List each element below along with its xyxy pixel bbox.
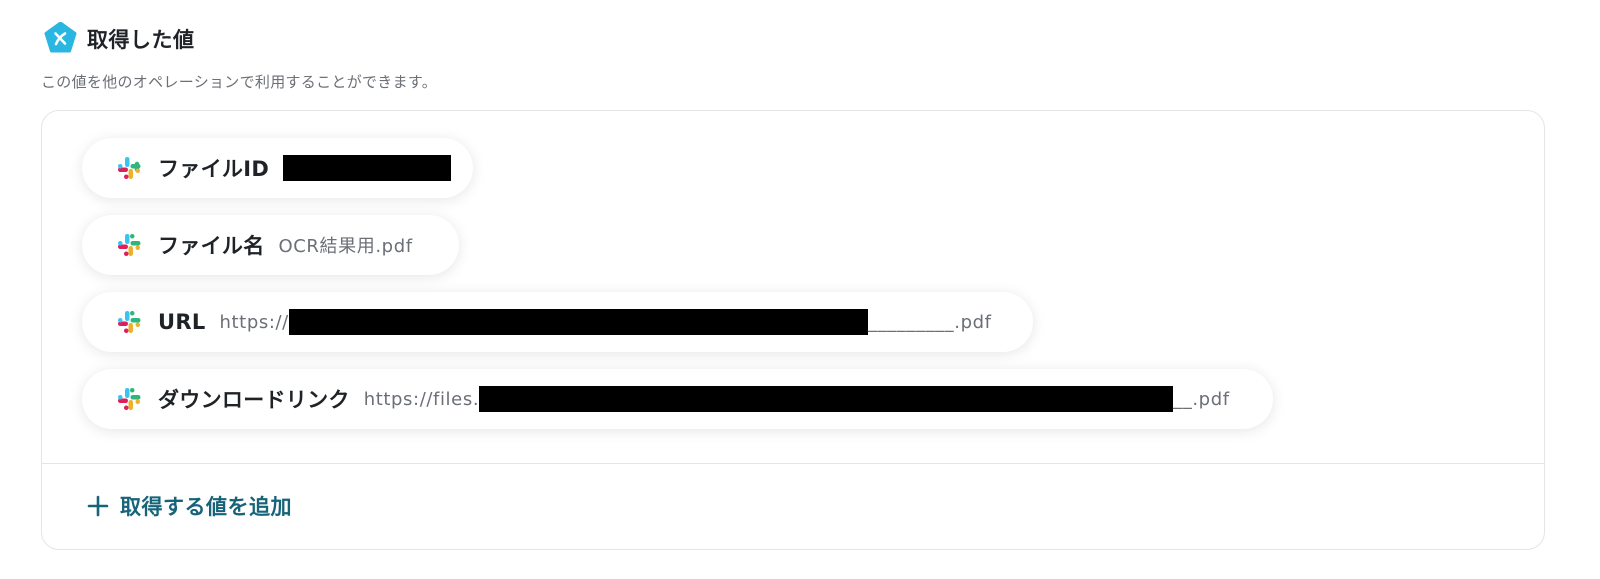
value-preview <box>283 155 452 181</box>
slack-icon <box>118 388 141 410</box>
value-pill-file-name[interactable]: ファイル名 OCR結果用.pdf <box>82 215 459 275</box>
value-pill-url[interactable]: URL https:// _________.pdf <box>82 292 1033 352</box>
value-label: ダウンロードリンク <box>158 388 350 412</box>
value-label: ファイル名 <box>158 234 265 258</box>
section-title: 取得した値 <box>87 27 195 52</box>
values-list: ファイルID ファイル名 OCR結果用.pdf URL https:// ___… <box>42 111 1544 464</box>
value-preview: https:// _________.pdf <box>220 309 992 335</box>
value-pill-file-id[interactable]: ファイルID <box>82 138 473 198</box>
add-value-button[interactable]: 取得する値を追加 <box>86 491 292 521</box>
section-description: この値を他のオペレーションで利用することができます。 <box>41 73 438 91</box>
redacted-block <box>283 155 452 181</box>
plus-icon <box>87 495 109 517</box>
value-label: ファイルID <box>158 157 270 181</box>
add-value-label: 取得する値を追加 <box>120 495 292 519</box>
section-header: 取得した値 <box>44 22 195 55</box>
value-suffix: _________.pdf <box>867 311 992 333</box>
redacted-block <box>479 386 1174 412</box>
slack-icon <box>118 311 141 333</box>
value-prefix: https://files. <box>363 388 480 410</box>
value-suffix: __.pdf <box>1173 388 1230 410</box>
acquired-values-panel: ファイルID ファイル名 OCR結果用.pdf URL https:// ___… <box>41 110 1545 550</box>
redacted-block <box>288 309 868 335</box>
value-prefix: https:// <box>219 311 289 333</box>
value-pill-download-link[interactable]: ダウンロードリンク https://files. __.pdf <box>82 369 1273 429</box>
slack-icon <box>118 157 141 179</box>
value-preview: https://files. __.pdf <box>364 386 1230 412</box>
yoom-logo-icon <box>44 22 77 55</box>
slack-icon <box>118 234 141 256</box>
value-preview: OCR結果用.pdf <box>278 236 413 257</box>
value-label: URL <box>158 310 206 334</box>
